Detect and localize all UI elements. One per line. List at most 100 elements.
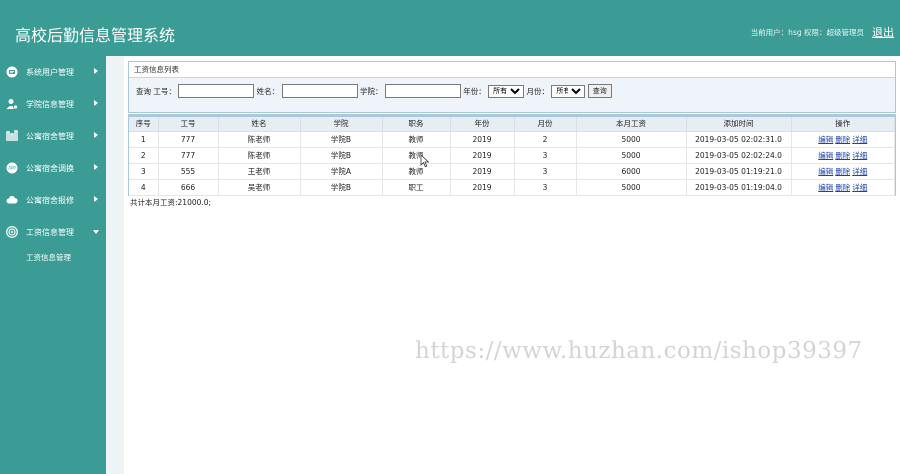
employee-id-label: 工号： bbox=[153, 86, 176, 96]
sidebar-item-college[interactable]: 学院信息管理 bbox=[0, 88, 106, 120]
submenu-label[interactable]: 工资信息管理 bbox=[26, 252, 71, 263]
edit-link[interactable]: 编辑 bbox=[818, 135, 833, 144]
search-bar: 查询 工号： 姓名： 学院： 年份： 所有 月份： 所有 查询 bbox=[136, 84, 612, 100]
edit-link[interactable]: 编辑 bbox=[818, 151, 833, 160]
year-label: 年份： bbox=[463, 86, 486, 96]
month-select[interactable]: 所有 bbox=[551, 84, 586, 98]
edit-link[interactable]: 编辑 bbox=[818, 167, 833, 176]
cell-time: 2019-03-05 01:19:04.0 bbox=[686, 179, 792, 196]
detail-link[interactable]: 详细 bbox=[852, 183, 867, 192]
top-header: 高校后勤信息管理系统 当前用户：hsg 权限：超级管理员 退出 bbox=[0, 0, 900, 56]
col-header-college: 学院 bbox=[300, 117, 383, 132]
cell-college: 学院B bbox=[300, 147, 383, 164]
cell-position: 职工 bbox=[382, 179, 451, 196]
cell-id: 777 bbox=[158, 147, 219, 164]
salary-table-wrap: 序号 工号 姓名 学院 职务 年份 月份 本月工资 添加时间 操作 1 777 陈老… bbox=[128, 114, 896, 196]
svg-text:APP: APP bbox=[8, 166, 16, 171]
name-input[interactable] bbox=[281, 84, 358, 98]
cloud-icon bbox=[6, 195, 18, 204]
sidebar: 系统用户管理 学院信息管理 公寓宿舍管理 APP 公寓宿舍调换 公寓宿舍报修 工… bbox=[0, 56, 106, 474]
month-label: 月份： bbox=[526, 86, 550, 96]
logout-link[interactable]: 退出 bbox=[872, 24, 894, 40]
cell-month: 3 bbox=[514, 147, 577, 164]
panel-title: 工资信息列表 bbox=[129, 62, 895, 78]
cell-position: 教师 bbox=[382, 163, 451, 180]
search-button[interactable]: 查询 bbox=[587, 84, 612, 98]
cell-no: 1 bbox=[129, 131, 159, 148]
chevron-down-icon bbox=[93, 230, 99, 234]
cell-month: 2 bbox=[514, 131, 577, 148]
name-label: 姓名： bbox=[256, 86, 280, 96]
college-input[interactable] bbox=[384, 84, 461, 98]
cell-college: 学院B bbox=[300, 179, 383, 196]
content-gutter bbox=[106, 56, 124, 474]
sidebar-item-label: 学院信息管理 bbox=[26, 100, 74, 109]
sidebar-item-system-users[interactable]: 系统用户管理 bbox=[0, 56, 106, 88]
total-salary: 共计本月工资:21000.0; bbox=[130, 198, 212, 207]
col-header-month: 月份 bbox=[514, 117, 577, 132]
cell-year: 2019 bbox=[450, 163, 515, 180]
cell-actions: 编辑 删除 详细 bbox=[791, 179, 895, 196]
cell-year: 2019 bbox=[450, 131, 515, 148]
col-header-actions: 操作 bbox=[791, 117, 895, 132]
building-icon bbox=[6, 130, 18, 141]
table-header-row: 序号 工号 姓名 学院 职务 年份 月份 本月工资 添加时间 操作 bbox=[129, 117, 895, 132]
cell-id: 555 bbox=[158, 163, 219, 180]
cell-name: 陈老师 bbox=[218, 131, 301, 148]
search-panel: 工资信息列表 查询 工号： 姓名： 学院： 年份： 所有 月份： 所有 查询 bbox=[128, 61, 896, 113]
detail-link[interactable]: 详细 bbox=[852, 167, 867, 176]
mouse-cursor-icon bbox=[420, 154, 430, 168]
delete-link[interactable]: 删除 bbox=[835, 135, 850, 144]
cell-salary: 5000 bbox=[576, 147, 687, 164]
edit-link[interactable]: 编辑 bbox=[818, 183, 833, 192]
sidebar-item-salary[interactable]: 工资信息管理 bbox=[0, 216, 106, 248]
cell-actions: 编辑 删除 详细 bbox=[791, 131, 895, 148]
cell-no: 2 bbox=[129, 147, 159, 164]
col-header-salary: 本月工资 bbox=[576, 117, 687, 132]
table-row: 2 777 陈老师 学院B 教师 2019 3 5000 2019-03-05 02:02:24… bbox=[129, 147, 895, 164]
delete-link[interactable]: 删除 bbox=[835, 151, 850, 160]
sidebar-item-label: 工资信息管理 bbox=[26, 228, 74, 237]
sidebar-item-label: 公寓宿舍报修 bbox=[26, 196, 74, 205]
col-header-no: 序号 bbox=[129, 117, 159, 132]
sidebar-item-dorm-repair[interactable]: 公寓宿舍报修 bbox=[0, 184, 106, 216]
watermark-text: https://www.huzhan.com/ishop39397 bbox=[415, 338, 863, 364]
cell-position: 教师 bbox=[382, 147, 451, 164]
cell-month: 3 bbox=[514, 179, 577, 196]
chevron-right-icon bbox=[94, 68, 98, 74]
sidebar-item-dorm-swap[interactable]: APP 公寓宿舍调换 bbox=[0, 152, 106, 184]
cell-time: 2019-03-05 02:02:31.0 bbox=[686, 131, 792, 148]
detail-link[interactable]: 详细 bbox=[852, 135, 867, 144]
table-row: 1 777 陈老师 学院B 教师 2019 2 5000 2019-03-05 02:02:31… bbox=[129, 131, 895, 148]
detail-link[interactable]: 详细 bbox=[852, 151, 867, 160]
employee-id-input[interactable] bbox=[178, 84, 255, 98]
delete-link[interactable]: 删除 bbox=[835, 167, 850, 176]
cell-salary: 5000 bbox=[576, 131, 687, 148]
sidebar-item-label: 公寓宿舍管理 bbox=[26, 132, 74, 141]
year-select[interactable]: 所有 bbox=[488, 84, 525, 98]
sidebar-item-label: 公寓宿舍调换 bbox=[26, 164, 74, 173]
current-user-info: 当前用户：hsg 权限：超级管理员 bbox=[750, 28, 864, 37]
cell-month: 3 bbox=[514, 163, 577, 180]
submenu-salary-management[interactable]: 工资信息管理 bbox=[0, 248, 106, 268]
cell-time: 2019-03-05 01:19:21.0 bbox=[686, 163, 792, 180]
college-label: 学院： bbox=[359, 86, 383, 96]
cell-position: 教师 bbox=[382, 131, 451, 148]
col-header-name: 姓名 bbox=[218, 117, 301, 132]
cell-name: 王老师 bbox=[218, 163, 301, 180]
cell-salary: 5000 bbox=[576, 179, 687, 196]
delete-link[interactable]: 删除 bbox=[835, 183, 850, 192]
cell-no: 4 bbox=[129, 179, 159, 196]
cell-name: 陈老师 bbox=[218, 147, 301, 164]
chevron-right-icon bbox=[94, 100, 98, 106]
chevron-right-icon bbox=[94, 196, 98, 202]
cell-name: 吴老师 bbox=[218, 179, 301, 196]
cell-no: 3 bbox=[129, 163, 159, 180]
cell-id: 666 bbox=[158, 179, 219, 196]
sidebar-item-dorm[interactable]: 公寓宿舍管理 bbox=[0, 120, 106, 152]
target-icon bbox=[6, 226, 18, 238]
person-gear-icon bbox=[6, 99, 18, 110]
col-header-position: 职务 bbox=[382, 117, 451, 132]
chevron-right-icon bbox=[94, 132, 98, 138]
query-label: 查询 bbox=[136, 86, 151, 96]
